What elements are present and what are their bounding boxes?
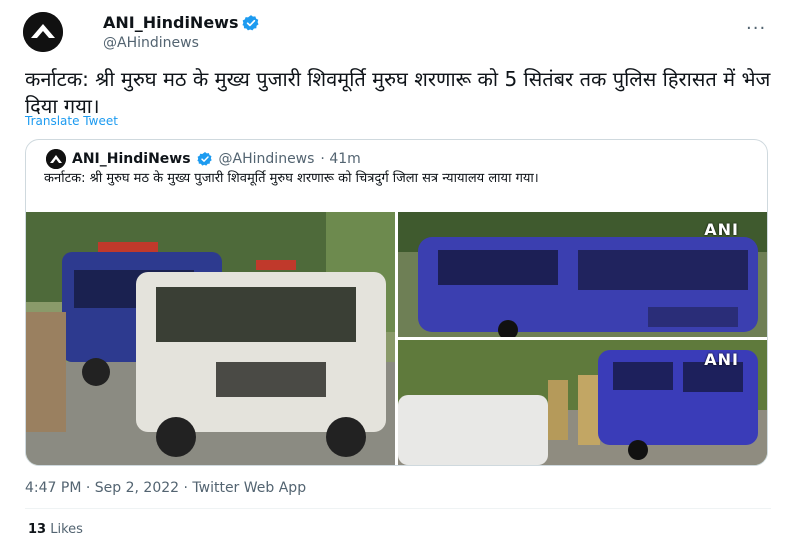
author-handle[interactable]: @AHindinews xyxy=(103,35,260,51)
tweet-timestamp[interactable]: 4:47 PM · Sep 2, 2022 · Twitter Web App xyxy=(25,480,306,496)
verified-badge-icon xyxy=(242,14,259,30)
quoted-display-name: ANI_HindiNews xyxy=(72,151,191,167)
ani-watermark: ANI xyxy=(704,220,739,239)
tweet-text: कर्नाटक: श्री मुरुघ मठ के मुख्य पुजारी श… xyxy=(25,67,771,118)
ani-watermark: ANI xyxy=(704,350,739,369)
likes-label: Likes xyxy=(50,522,83,537)
quoted-tweet[interactable]: ANI_HindiNews @AHindinews · 41m कर्नाटक:… xyxy=(25,139,768,466)
quoted-author-avatar xyxy=(46,149,66,169)
quoted-tweet-header: ANI_HindiNews @AHindinews · 41m xyxy=(46,149,361,169)
ani-logo-icon xyxy=(23,12,63,52)
likes-count[interactable]: 13 Likes xyxy=(28,522,83,537)
quoted-media-grid: ANI ANI xyxy=(26,212,767,465)
quoted-age: · 41m xyxy=(320,151,361,167)
photo-blue-van-police[interactable]: ANI xyxy=(398,340,767,465)
photo-police-vehicles[interactable] xyxy=(26,212,395,465)
police-vehicles-image xyxy=(26,212,395,465)
ani-logo-icon xyxy=(46,149,66,169)
quoted-handle: @AHindinews xyxy=(218,151,315,167)
divider xyxy=(25,508,771,509)
author-avatar[interactable] xyxy=(23,12,63,52)
verified-badge-icon xyxy=(196,152,212,166)
photo-blue-van[interactable]: ANI xyxy=(398,212,767,337)
author-info: ANI_HindiNews @AHindinews xyxy=(103,13,260,51)
more-options-icon[interactable]: ··· xyxy=(746,18,766,39)
likes-number: 13 xyxy=(28,522,47,537)
translate-tweet-link[interactable]: Translate Tweet xyxy=(25,114,118,128)
author-display-name[interactable]: ANI_HindiNews xyxy=(103,13,238,32)
quoted-tweet-text: कर्नाटक: श्री मुरुघ मठ के मुख्य पुजारी श… xyxy=(44,171,539,186)
